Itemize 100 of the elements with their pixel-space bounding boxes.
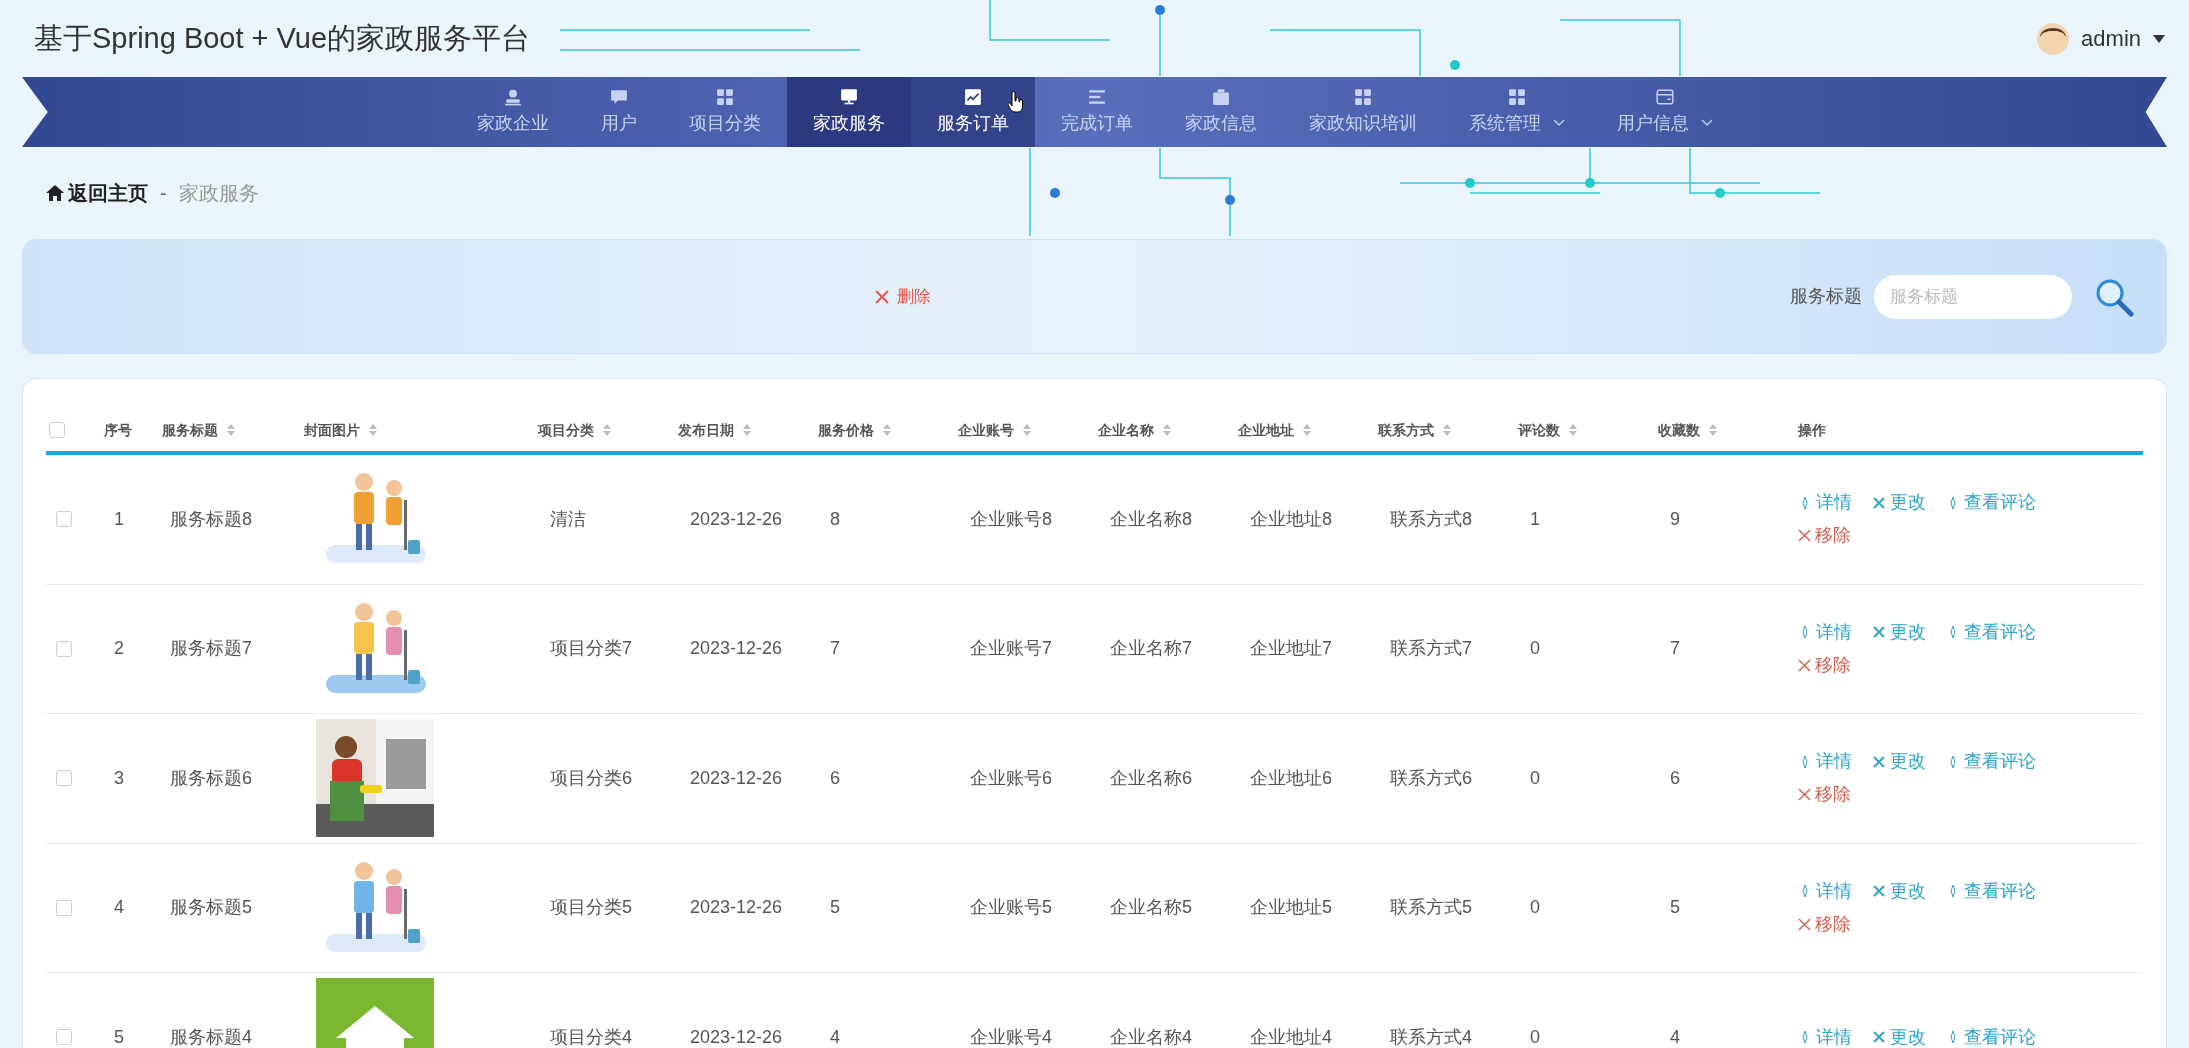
row-checkbox[interactable] [56,640,72,657]
chevron-down-icon [1700,119,1713,127]
chat-icon [609,87,628,106]
table-cell: 0 [1530,1026,1540,1047]
table-cell: 2023-12-26 [690,767,783,788]
nav-item[interactable]: 项目分类 [662,77,787,147]
table-cell: 4 [114,897,124,918]
column-header[interactable]: 服务标题 [162,419,218,441]
column-header[interactable]: 服务价格 [818,419,874,441]
home-icon[interactable] [46,185,64,201]
nav-item[interactable]: 用户 [574,77,663,147]
sort-icon[interactable] [1022,423,1032,437]
table-cell: 6 [830,767,840,788]
table-cell: 服务标题5 [170,897,252,918]
close-icon [1798,917,1811,931]
table-cell: 企业地址4 [1250,1026,1332,1047]
edit-button[interactable]: 更改 [1872,748,1926,776]
sort-icon[interactable] [226,423,236,437]
edit-button[interactable]: 更改 [1872,489,1926,517]
remove-button[interactable]: 移除 [1798,781,1851,809]
detail-button[interactable]: 详情 [1798,489,1852,517]
table-cell: 1 [1530,508,1540,529]
close-icon [1798,529,1811,543]
comments-button[interactable]: 查看评论 [1946,489,2036,517]
person-icon [503,87,522,106]
nav-item[interactable]: 家政企业 [450,77,575,147]
column-header[interactable]: 企业地址 [1238,419,1294,441]
column-header[interactable]: 发布日期 [678,419,734,441]
table-cell: 1 [114,508,124,529]
table-cell: 项目分类6 [550,767,632,788]
sort-icon[interactable] [882,423,892,437]
table-cell: 0 [1530,638,1540,659]
table-cell: 服务标题6 [170,767,252,788]
comments-button[interactable]: 查看评论 [1946,1023,2036,1048]
nav-item[interactable]: 完成订单 [1034,77,1159,147]
row-checkbox[interactable] [56,899,72,916]
search-label: 服务标题 [1790,285,1862,308]
caret-icon[interactable] [2153,34,2165,43]
remove-button[interactable]: 移除 [1798,651,1851,679]
detail-button[interactable]: 详情 [1798,618,1852,646]
nav-item[interactable]: 家政知识培训 [1282,77,1443,147]
table-cell: 0 [1530,897,1540,918]
user-name[interactable]: admin [2081,22,2141,55]
column-header[interactable]: 评论数 [1518,419,1560,441]
detail-button[interactable]: 详情 [1798,877,1852,905]
table-cell: 联系方式7 [1390,638,1472,659]
column-header: 序号 [104,420,132,440]
detail-button[interactable]: 详情 [1798,748,1852,776]
nav-item[interactable]: 服务订单 [910,77,1035,147]
edit-button[interactable]: 更改 [1872,618,1926,646]
chevron-down-icon [1552,119,1565,127]
sort-icon[interactable] [1162,423,1172,437]
column-header[interactable]: 联系方式 [1378,419,1434,441]
row-checkbox[interactable] [56,1029,72,1046]
site-title: 基于Spring Boot + Vue的家政服务平台 [34,20,531,56]
nav-item[interactable]: 系统管理 [1442,77,1591,147]
column-header[interactable]: 企业账号 [958,419,1014,441]
table-cell: 2023-12-26 [690,638,783,659]
sort-icon[interactable] [1568,423,1578,437]
remove-button[interactable]: 移除 [1798,522,1851,550]
edit-button[interactable]: 更改 [1872,1023,1926,1048]
table-cell: 0 [1530,767,1540,788]
grid-icon [715,87,734,106]
pointer-hand-icon [1006,91,1023,113]
table-cell: 企业名称5 [1110,897,1192,918]
column-header[interactable]: 封面图片 [304,419,360,441]
grid-icon [1507,87,1526,106]
table-cell: 企业名称8 [1110,508,1192,529]
edit-button[interactable]: 更改 [1872,877,1926,905]
breadcrumb-current: 家政服务 [178,181,259,206]
sort-icon[interactable] [742,423,752,437]
sort-icon[interactable] [1302,423,1312,437]
sort-icon[interactable] [368,423,378,437]
search-field[interactable]: 服务标题 [1874,274,2072,319]
comments-button[interactable]: 查看评论 [1946,748,2036,776]
close-icon [1798,658,1811,672]
table-cell: 5 [1670,897,1680,918]
home-link[interactable]: 返回主页 [68,178,148,208]
sort-icon[interactable] [1708,423,1718,437]
column-header[interactable]: 项目分类 [538,419,594,441]
remove-button[interactable]: 移除 [1798,910,1851,938]
close-icon [875,289,889,304]
select-all-checkbox[interactable] [49,422,65,438]
delete-button[interactable]: 删除 [875,283,931,310]
comments-button[interactable]: 查看评论 [1946,877,2036,905]
nav-item[interactable]: 用户信息 [1590,77,1739,147]
detail-button[interactable]: 详情 [1798,1023,1852,1048]
row-checkbox[interactable] [56,770,72,787]
avatar-icon[interactable] [2037,22,2070,55]
table-cell: 联系方式6 [1390,767,1472,788]
column-header[interactable]: 收藏数 [1658,419,1700,441]
table-cell: 企业名称4 [1110,1026,1192,1047]
sort-icon[interactable] [1442,423,1452,437]
nav-item[interactable]: 家政服务 [786,77,911,147]
comments-button[interactable]: 查看评论 [1946,618,2036,646]
table-cell: 企业地址5 [1250,897,1332,918]
nav-item[interactable]: 家政信息 [1158,77,1283,147]
column-header[interactable]: 企业名称 [1098,419,1154,441]
sort-icon[interactable] [602,423,612,437]
row-checkbox[interactable] [56,511,72,528]
